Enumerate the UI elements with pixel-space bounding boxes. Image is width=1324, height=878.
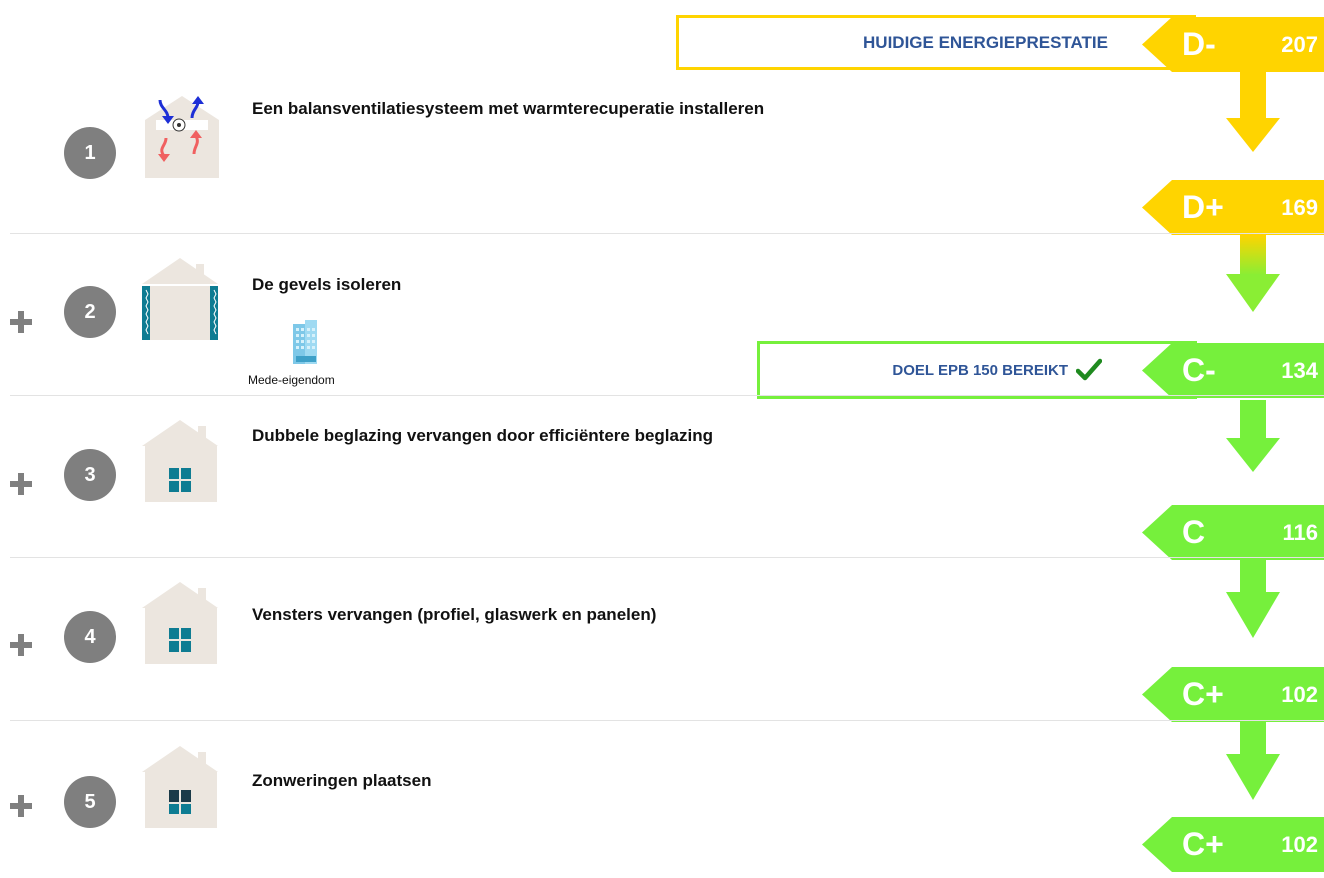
- energy-badge-step-5: C+ 102: [1142, 817, 1324, 872]
- step-title: Dubbele beglazing vervangen door efficië…: [252, 426, 713, 445]
- energy-badge-step-1: D+ 169: [1142, 180, 1324, 235]
- step-number: 4: [64, 611, 116, 663]
- plus-icon: [10, 473, 32, 495]
- energy-badge-step-3: C 116: [1142, 505, 1324, 560]
- step-title: Een balansventilatiesysteem met warmtere…: [252, 99, 765, 118]
- arrow-1: [1226, 70, 1280, 152]
- step-title: Zonweringen plaatsen: [252, 771, 432, 790]
- goal-reached-label: DOEL EPB 150 BEREIKT: [892, 361, 1068, 379]
- step-title: De gevels isoleren: [252, 275, 402, 294]
- energy-badge-step-2: C- 134: [1142, 343, 1324, 398]
- energy-badge-letter: D+: [1182, 189, 1224, 225]
- energy-badge-value: 169: [1281, 194, 1318, 220]
- current-performance-banner: HUIDIGE ENERGIEPRESTATIE: [676, 15, 1196, 70]
- divider: [10, 720, 1324, 721]
- plus-icon: [10, 634, 32, 656]
- plus-icon: [10, 795, 32, 817]
- energy-badge-letter: C: [1182, 514, 1206, 550]
- building-icon: [291, 320, 321, 371]
- arrow-4: [1226, 548, 1280, 638]
- ventilation-icon: [142, 90, 222, 180]
- arrow-3: [1226, 400, 1280, 472]
- arrow-5: [1226, 710, 1280, 800]
- step-title: Vensters vervangen (profiel, glaswerk en…: [252, 605, 657, 624]
- arrow-2: [1226, 235, 1280, 312]
- energy-badge-letter: C+: [1182, 676, 1224, 712]
- divider: [10, 557, 1324, 558]
- step-number: 1: [64, 127, 116, 179]
- divider: [10, 233, 1324, 234]
- sunshade-icon: [142, 740, 222, 830]
- energy-arrows: [1226, 70, 1280, 800]
- energy-badge-value: 102: [1281, 681, 1318, 707]
- co-ownership-label: Mede-eigendom: [248, 373, 335, 387]
- plus-icon: [10, 311, 32, 333]
- window-icon: [142, 576, 222, 666]
- facade-insulation-icon: [142, 254, 222, 344]
- energy-badge-letter: D-: [1182, 26, 1216, 62]
- current-performance-label: HUIDIGE ENERGIEPRESTATIE: [863, 32, 1108, 52]
- energy-badge-current: D- 207: [1142, 17, 1324, 72]
- goal-reached-banner: DOEL EPB 150 BEREIKT: [757, 341, 1197, 399]
- energy-badge-value: 102: [1281, 831, 1318, 857]
- energy-badge-value: 134: [1281, 357, 1318, 383]
- energy-badge-step-4: C+ 102: [1142, 667, 1324, 722]
- energy-badge-value: 116: [1282, 519, 1319, 545]
- energy-badge-letter: C+: [1182, 826, 1224, 862]
- step-number: 2: [64, 286, 116, 338]
- energy-badge-value: 207: [1281, 31, 1318, 57]
- window-icon: [142, 414, 222, 504]
- step-number: 5: [64, 776, 116, 828]
- step-number: 3: [64, 449, 116, 501]
- checkmark-icon: [1076, 358, 1102, 381]
- energy-badge-letter: C-: [1182, 352, 1216, 388]
- divider: [10, 395, 1324, 396]
